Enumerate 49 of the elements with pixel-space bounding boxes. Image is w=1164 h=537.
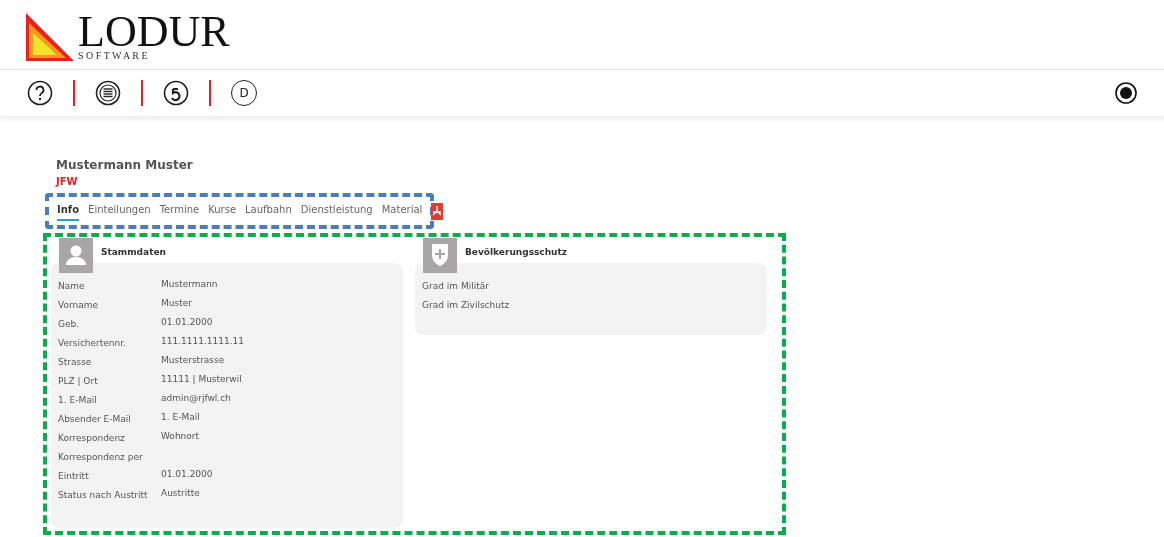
field-label: PLZ | Ort xyxy=(58,375,99,389)
field-label: Grad im Militär xyxy=(422,280,489,294)
unit-code: JFW xyxy=(56,175,79,189)
field-label: Geb. xyxy=(58,318,81,332)
tab[interactable]: Material xyxy=(381,201,423,221)
field-value: 1. E-Mail xyxy=(161,411,200,425)
logo-tagline: S O F T W A R E xyxy=(78,51,148,61)
field-value: Austritte xyxy=(161,487,200,501)
record-icon xyxy=(1115,82,1137,104)
field-value: Musterstrasse xyxy=(161,354,225,368)
field-label: Korrespondenz per xyxy=(58,451,144,465)
pdf-icon xyxy=(431,205,444,217)
field-label: 1. E-Mail xyxy=(58,394,98,408)
tab[interactable]: Info xyxy=(57,201,80,221)
field-label: Vorname xyxy=(58,299,100,313)
field-label: Grad im Zivilschutz xyxy=(422,299,510,313)
field-label: Strasse xyxy=(58,356,93,370)
logo-wordmark: LODUR xyxy=(78,13,230,51)
field-label: Absender E-Mail xyxy=(58,413,132,427)
tab[interactable]: Dienstleistung xyxy=(300,201,373,221)
field-value: Muster xyxy=(161,297,192,311)
tab[interactable]: Kurse xyxy=(208,201,237,221)
card-title: Bevölkerungsschutz xyxy=(465,245,568,259)
card-title: Stammdaten xyxy=(101,245,166,259)
field-value: 11111 | Musterwil xyxy=(161,373,242,387)
tab[interactable]: Einteilungen xyxy=(88,201,151,221)
logo-triangle-icon xyxy=(26,13,74,61)
field-value: Mustermann xyxy=(161,278,218,292)
field-label: Versichertennr. xyxy=(58,337,127,351)
field-label: Eintritt xyxy=(58,470,90,484)
undo-button[interactable] xyxy=(163,80,189,106)
tab[interactable]: Laufbahn xyxy=(245,201,292,221)
field-value: 111.1111.1111.11 xyxy=(161,335,245,349)
list-button[interactable] xyxy=(95,80,121,106)
field-label: Status nach Austritt xyxy=(58,489,149,503)
field-label: Name xyxy=(58,280,86,294)
field-value: 01.01.2000 xyxy=(161,468,213,482)
field-value: 01.01.2000 xyxy=(161,316,213,330)
person-name: Mustermann Muster xyxy=(56,157,194,174)
list-icon xyxy=(95,80,121,106)
field-label: Korrespondenz xyxy=(58,432,126,446)
undo-icon xyxy=(163,80,189,106)
field-value: Wohnort xyxy=(161,430,200,444)
help-icon xyxy=(27,80,53,106)
tab[interactable]: Termine xyxy=(159,201,200,221)
help-button[interactable] xyxy=(27,80,53,106)
pdf-tab[interactable] xyxy=(431,202,444,220)
field-value: admin@rjfwl.ch xyxy=(161,392,231,406)
record-button[interactable] xyxy=(1115,82,1137,104)
